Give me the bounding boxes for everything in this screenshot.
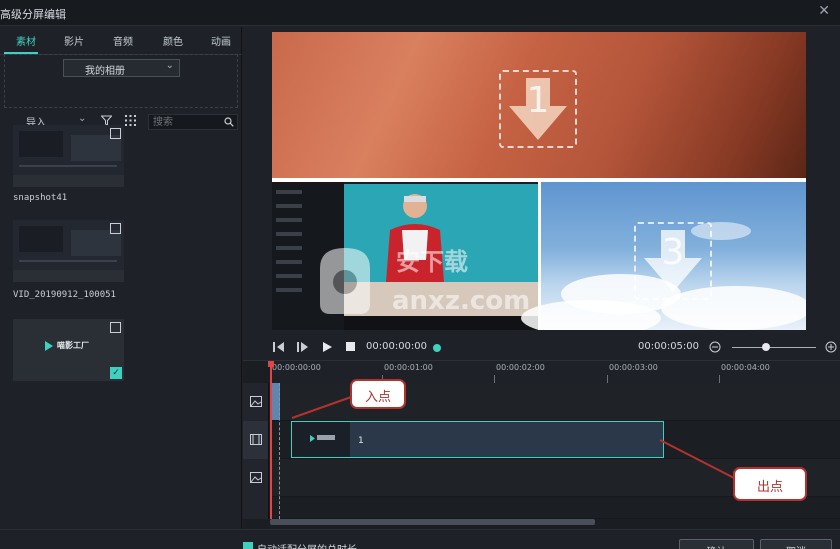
out-point-callout: 出点: [733, 467, 807, 501]
confirm-button[interactable]: 确认: [679, 539, 754, 549]
cancel-button[interactable]: 取消: [760, 539, 832, 549]
footer-bar: 自动适配分屏的总时长 确认 取消: [0, 529, 840, 549]
callout-leaders: [291, 395, 739, 481]
auto-fit-label: 自动适配分屏的总时长: [257, 541, 357, 549]
in-point-callout: 入点: [350, 379, 406, 409]
auto-fit-checkbox[interactable]: [243, 542, 253, 549]
